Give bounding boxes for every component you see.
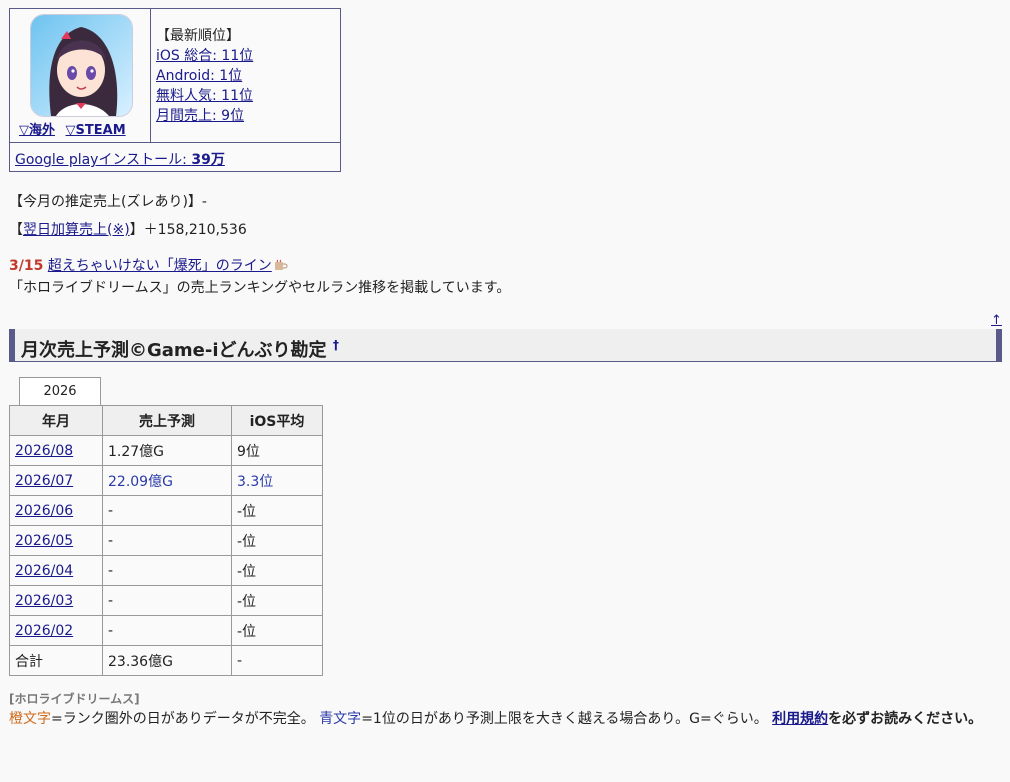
section-dagger-link[interactable]: †	[333, 338, 339, 352]
legend-title: [ホロライブドリームス]	[9, 692, 140, 706]
month-link[interactable]: 2026/05	[15, 533, 73, 549]
terms-text: を必ずお読みください。	[828, 711, 983, 727]
back-to-top-arrow[interactable]: ↑	[991, 313, 1002, 328]
news-link[interactable]: 超えちゃいけない「爆死」のライン	[48, 258, 288, 274]
next-day-prefix: 【	[9, 222, 23, 238]
total-label: 合計	[9, 645, 103, 676]
app-icon[interactable]	[30, 14, 133, 117]
sales-cell: -	[102, 495, 232, 526]
sales-cell: 1.27億G	[102, 435, 232, 466]
news-block: 3/15 超えちゃいけない「爆死」のライン 「ホロライブドリームス」の売上ランキ…	[9, 255, 510, 299]
total-sales: 23.36億G	[102, 645, 232, 676]
next-day-link[interactable]: 翌日加算売上(※)	[23, 222, 130, 238]
cup-icon	[274, 256, 288, 270]
sales-info: 【今月の推定売上(ズレあり)】- 【翌日加算売上(※)】＋158,210,536	[9, 188, 247, 244]
section-heading: 月次売上予測©Game-iどんぶり勘定 †	[9, 329, 1002, 362]
table-row: 2026/07 22.09億G 3.3位	[9, 465, 323, 496]
month-link[interactable]: 2026/08	[15, 443, 73, 459]
install-link[interactable]: Google playインストール: 39万	[15, 152, 225, 168]
header-ios: iOS平均	[231, 405, 323, 436]
legend-orange-text: =ランク圏外の日がありデータが不完全。	[51, 711, 315, 727]
sales-cell: -	[102, 525, 232, 556]
next-day-sales: 【翌日加算売上(※)】＋158,210,536	[9, 216, 247, 244]
rank-ios-link[interactable]: iOS 総合: 11位	[156, 48, 253, 64]
install-label: Google playインストール:	[15, 152, 192, 168]
legend-text: 橙文字=ランク圏外の日がありデータが不完全。 青文字=1位の日があり予測上限を大…	[9, 709, 1004, 730]
sales-cell: 22.09億G	[102, 465, 232, 496]
rank-heading: 【最新順位】	[156, 28, 240, 44]
news-link-text: 超えちゃいけない「爆死」のライン	[47, 258, 272, 274]
news-item: 3/15 超えちゃいけない「爆死」のライン	[9, 255, 510, 277]
ios-cell: -位	[231, 555, 323, 586]
month-link[interactable]: 2026/06	[15, 503, 73, 519]
next-day-value: 】＋158,210,536	[129, 222, 247, 238]
year-tab-2026[interactable]: 2026	[19, 377, 101, 405]
ios-cell: -位	[231, 495, 323, 526]
terms-link[interactable]: 利用規約	[772, 711, 828, 727]
app-info-box: ▽海外 ▽STEAM 【最新順位】 iOS 総合: 11位 Android: 1…	[9, 8, 341, 172]
table-row: 2026/05 - -位	[9, 525, 323, 556]
table-row: 2026/02 - -位	[9, 615, 323, 646]
table-row: 2026/03 - -位	[9, 585, 323, 616]
steam-link[interactable]: ▽STEAM	[66, 123, 126, 138]
page-description: 「ホロライブドリームス」の売上ランキングやセルラン推移を掲載しています。	[9, 280, 511, 296]
icon-links: ▽海外 ▽STEAM	[19, 119, 132, 138]
overseas-link[interactable]: ▽海外	[19, 123, 55, 138]
rank-free-link[interactable]: 無料人気: 11位	[156, 88, 253, 104]
table-total-row: 合計 23.36億G -	[9, 645, 323, 676]
legend-orange-word: 橙文字	[9, 711, 51, 727]
ios-cell: -位	[231, 585, 323, 616]
ios-cell: 9位	[231, 435, 323, 466]
rank-list: 【最新順位】 iOS 総合: 11位 Android: 1位 無料人気: 11位…	[156, 26, 253, 126]
legend-blue-word: 青文字	[319, 711, 362, 727]
section-title: 月次売上予測©Game-iどんぶり勘定	[21, 340, 327, 361]
monthly-estimate: 【今月の推定売上(ズレあり)】-	[9, 194, 207, 210]
ios-cell: -位	[231, 525, 323, 556]
install-value: 39万	[191, 152, 225, 168]
rank-android-link[interactable]: Android: 1位	[156, 68, 242, 84]
table-row: 2026/08 1.27億G 9位	[9, 435, 323, 466]
ios-cell: 3.3位	[231, 465, 323, 496]
table-row: 2026/06 - -位	[9, 495, 323, 526]
table-header-row: 年月 売上予測 iOS平均	[9, 405, 323, 436]
legend-blue-text: =1位の日があり予測上限を大きく越える場合あり。G=ぐらい。	[361, 711, 768, 727]
month-link[interactable]: 2026/02	[15, 623, 73, 639]
sales-cell: -	[102, 585, 232, 616]
ios-cell: -位	[231, 615, 323, 646]
total-ios: -	[231, 645, 323, 676]
news-date: 3/15	[9, 258, 44, 274]
month-link[interactable]: 2026/04	[15, 563, 73, 579]
app-icon-cell: ▽海外 ▽STEAM	[10, 9, 151, 142]
install-row: Google playインストール: 39万	[10, 142, 340, 172]
sales-cell: -	[102, 555, 232, 586]
header-sales: 売上予測	[102, 405, 232, 436]
rank-monthly-link[interactable]: 月間売上: 9位	[156, 108, 244, 124]
sales-cell: -	[102, 615, 232, 646]
header-month: 年月	[9, 405, 103, 436]
month-link[interactable]: 2026/07	[15, 473, 73, 489]
prediction-table: 年月 売上予測 iOS平均 2026/08 1.27億G 9位 2026/07 …	[9, 405, 323, 676]
table-row: 2026/04 - -位	[9, 555, 323, 586]
month-link[interactable]: 2026/03	[15, 593, 73, 609]
